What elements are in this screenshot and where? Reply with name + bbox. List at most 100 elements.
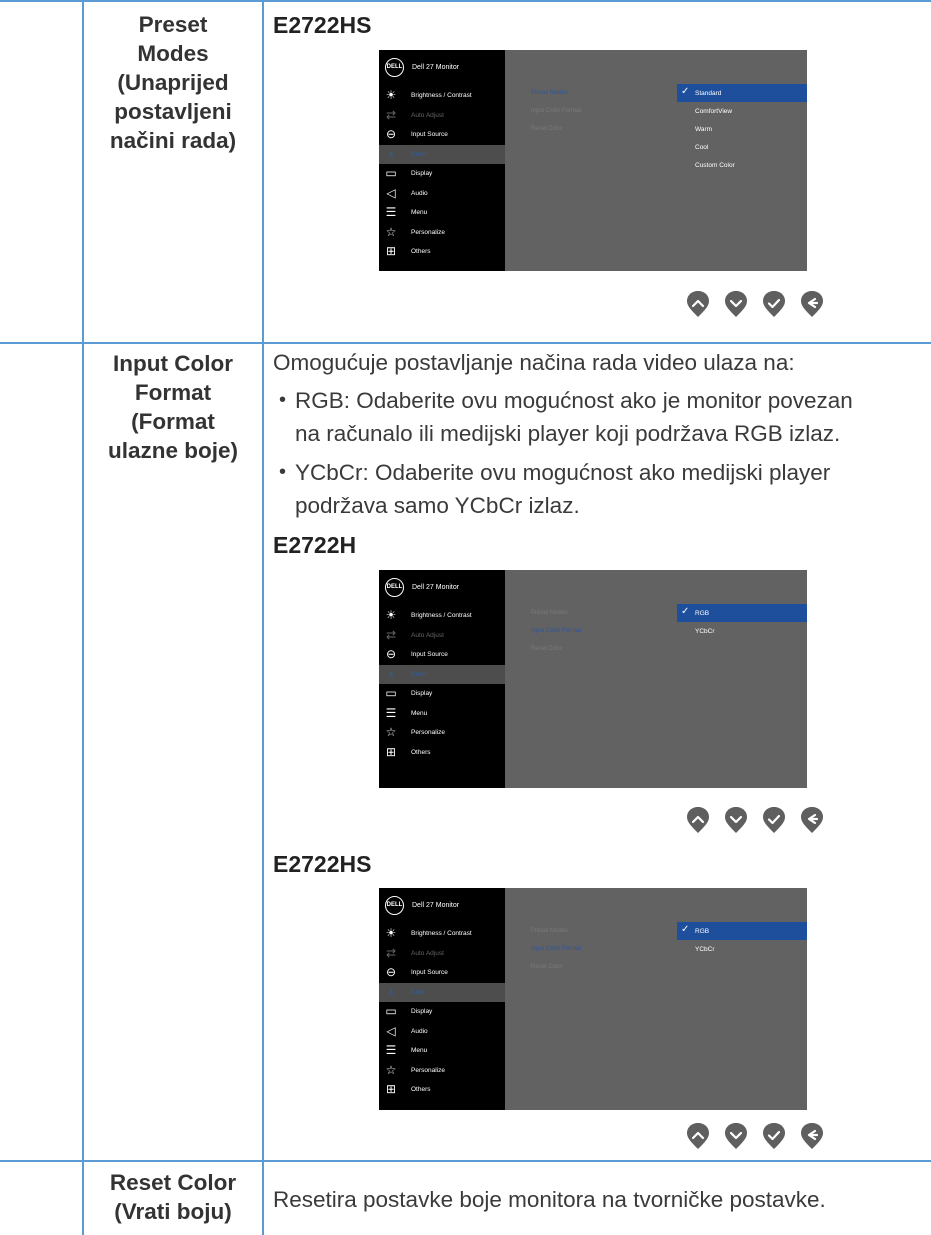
row-label-input-color-format: Input Color Format (Format ulazne boje): [84, 349, 262, 465]
model-heading: E2722HS: [273, 851, 372, 877]
bullet-dot: •: [279, 389, 287, 411]
osd-menu-item[interactable]: ⊖ Input Source: [379, 963, 505, 982]
table-rule: [0, 342, 931, 344]
osd-submenu-item[interactable]: Reset Color: [531, 646, 563, 652]
down-icon: [725, 291, 747, 317]
osd-option-label: Cool: [695, 143, 709, 151]
table-rule: [82, 0, 84, 1235]
osd-menu-item[interactable]: ♁ Color: [379, 144, 505, 164]
model-heading: E2722HS: [273, 12, 372, 38]
dell-logo-icon: DELL: [385, 57, 404, 77]
osd-menu-item-label: Audio: [411, 1027, 428, 1035]
osd-submenu-item[interactable]: Preset Modes: [531, 610, 568, 616]
osd-menu-item[interactable]: ☀ Brightness / Contrast: [379, 606, 505, 625]
osd-menu-item[interactable]: ▭ Display: [379, 684, 505, 703]
table-rule: [0, 0, 931, 2]
osd-menu-item[interactable]: ▭ Display: [379, 1002, 505, 1021]
up-button[interactable]: [685, 290, 711, 318]
dell-logo-icon: DELL: [385, 895, 404, 915]
bullet-rgb: • RGB: Odaberite ovu mogućnost ako je mo…: [273, 384, 923, 450]
label-line: (Unaprijed: [117, 70, 229, 95]
osd-option-label: ComfortView: [695, 107, 733, 115]
bullet-text: podržava samo YCbCr izlaz.: [295, 493, 580, 518]
osd-submenu-item[interactable]: Preset Modes: [531, 90, 568, 96]
osd-menu-item[interactable]: ☰ Menu: [379, 203, 505, 222]
model-heading: E2722H: [273, 532, 357, 558]
osd-menu-item[interactable]: ▭ Display: [379, 164, 505, 183]
osd-menu-item[interactable]: ⊞ Others: [379, 242, 505, 261]
osd-option[interactable]: Custom Color: [677, 156, 807, 174]
osd-menu-item[interactable]: ☀ Brightness / Contrast: [379, 924, 505, 943]
osd-submenu-item[interactable]: Input Color Format: [531, 108, 581, 114]
label-line: Reset Color: [109, 1170, 237, 1195]
osd-menu-item[interactable]: ⊞ Others: [379, 1080, 505, 1099]
bullet-key: YCbCr:: [295, 460, 369, 485]
down-button[interactable]: [723, 290, 749, 318]
osd-option-label: RGB: [695, 927, 710, 935]
bullet-text: Odaberite ovu mogućnost ako medijski pla…: [368, 460, 831, 485]
ok-button[interactable]: [761, 1122, 787, 1150]
osd-title: Dell 27 Monitor: [412, 63, 460, 71]
osd-menu-item[interactable]: ⊖ Input Source: [379, 125, 505, 144]
osd-option[interactable]: ✓ Standard: [677, 84, 807, 102]
osd-menu-item[interactable]: ⊞ Others: [379, 743, 505, 762]
osd-submenu-item[interactable]: Reset Color: [531, 126, 563, 132]
osd-option[interactable]: YCbCr: [677, 940, 807, 958]
menu-icon: ☰: [385, 205, 397, 219]
down-button[interactable]: [723, 806, 749, 834]
osd-menu-item-label: Input Source: [411, 969, 448, 976]
osd-option[interactable]: YCbCr: [677, 622, 807, 640]
osd-option[interactable]: Warm: [677, 120, 807, 138]
osd-menu-item[interactable]: ⇄ Auto Adjust: [379, 944, 505, 963]
back-button[interactable]: [799, 1122, 825, 1150]
label-line: (Vrati boju): [114, 1199, 232, 1224]
color-icon: ♁: [386, 984, 396, 999]
input-source-icon: ⊖: [385, 965, 397, 979]
osd-menu-item[interactable]: ◁ Audio: [379, 1022, 505, 1041]
osd-menu-item-label: Display: [411, 170, 433, 177]
display-icon: ▭: [385, 686, 397, 700]
osd-menu-item[interactable]: ⇄ Auto Adjust: [379, 626, 505, 645]
ok-button[interactable]: [761, 290, 787, 318]
osd-submenu-item[interactable]: Input Color Format: [531, 946, 581, 952]
osd-menu-item[interactable]: ♁ Color: [379, 982, 505, 1002]
down-button[interactable]: [723, 1122, 749, 1150]
osd-option[interactable]: Cool: [677, 138, 807, 156]
osd-option-label: Standard: [695, 89, 722, 97]
back-button[interactable]: [799, 806, 825, 834]
osd-menu-item[interactable]: ♁ Color: [379, 664, 505, 684]
osd-menu-item[interactable]: ☰ Menu: [379, 704, 505, 723]
bullet-key: RGB:: [295, 388, 351, 413]
checkmark-icon: ✓: [681, 606, 690, 617]
osd-option[interactable]: ✓ RGB: [677, 922, 807, 940]
osd-menu-item-label: Brightness / Contrast: [411, 930, 472, 937]
display-icon: ▭: [385, 1004, 397, 1018]
ok-button[interactable]: [761, 806, 787, 834]
up-icon: [687, 1123, 709, 1149]
osd-menu-item-label: Input Source: [411, 131, 448, 138]
label-line: načini rada): [109, 128, 237, 153]
osd-submenu-item[interactable]: Preset Modes: [531, 928, 568, 934]
osd-menu-item-label: Auto Adjust: [411, 631, 444, 639]
up-button[interactable]: [685, 806, 711, 834]
table-rule: [0, 1160, 931, 1162]
osd-menu-item[interactable]: ⊖ Input Source: [379, 645, 505, 664]
auto-adjust-icon: ⇄: [385, 945, 397, 960]
osd-submenu-item[interactable]: Reset Color: [531, 964, 563, 970]
osd-option[interactable]: ComfortView: [677, 102, 807, 120]
back-button[interactable]: [799, 290, 825, 318]
up-button[interactable]: [685, 1122, 711, 1150]
osd-menu-item[interactable]: ☀ Brightness / Contrast: [379, 86, 505, 105]
osd-menu-item[interactable]: ☆ Personalize: [379, 1061, 505, 1080]
osd-menu-item[interactable]: ☆ Personalize: [379, 723, 505, 742]
audio-icon: ◁: [386, 185, 396, 200]
osd-menu-item[interactable]: ⇄ Auto Adjust: [379, 106, 505, 125]
osd-option[interactable]: ✓ RGB: [677, 604, 807, 622]
osd-submenu-item[interactable]: Input Color Format: [531, 628, 581, 634]
osd-menu-item[interactable]: ◁ Audio: [379, 184, 505, 203]
osd-menu-item[interactable]: ☆ Personalize: [379, 223, 505, 242]
personalize-icon: ☆: [385, 224, 397, 239]
menu-icon: ☰: [385, 1043, 397, 1057]
osd-option-label: YCbCr: [695, 945, 715, 953]
osd-menu-item[interactable]: ☰ Menu: [379, 1041, 505, 1060]
